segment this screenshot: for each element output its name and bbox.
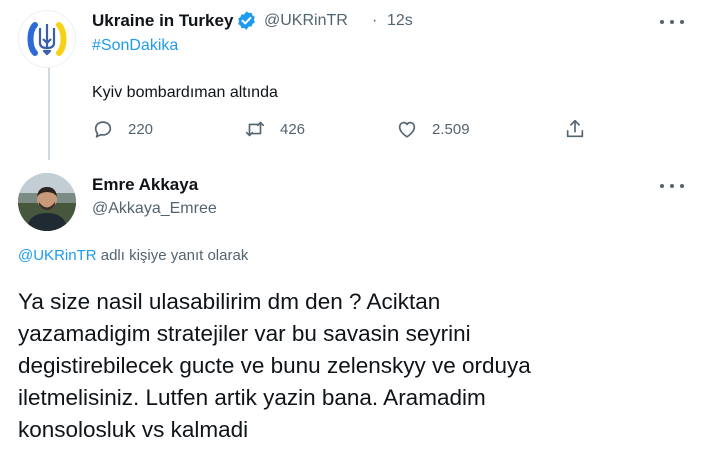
emre-akkaya-avatar[interactable] bbox=[18, 173, 76, 231]
thread-connector-line bbox=[48, 63, 50, 160]
tweet2-handle[interactable]: @Akkaya_Emree bbox=[92, 200, 217, 218]
ukraine-in-turkey-avatar[interactable] bbox=[18, 10, 76, 68]
share-button[interactable] bbox=[564, 118, 600, 140]
verified-badge-icon bbox=[238, 11, 255, 30]
reply-count: 220 bbox=[128, 120, 154, 138]
profile-photo-image bbox=[18, 173, 76, 231]
share-icon bbox=[566, 119, 584, 138]
tweet1-hashtag-link[interactable]: #SonDakika bbox=[92, 37, 178, 55]
tweet1-separator: · bbox=[372, 12, 378, 29]
replying-to-line: @UKRinTR adlı kişiye yanıt olarak bbox=[18, 247, 248, 264]
reply-to-suffix: adlı kişiye yanıt olarak bbox=[96, 247, 249, 264]
tweet1-text: Kyiv bombardıman altında bbox=[92, 84, 278, 101]
retweet-button[interactable]: 426 bbox=[244, 118, 305, 140]
reply-icon bbox=[94, 121, 112, 138]
heart-icon bbox=[398, 121, 416, 138]
reply-mention-link[interactable]: @UKRinTR bbox=[18, 247, 97, 264]
tweet2-text: Ya size nasil ulasabilirim dm den ? Acik… bbox=[18, 289, 531, 442]
tweet1-timestamp[interactable]: 12s bbox=[387, 12, 413, 30]
like-button[interactable]: 2.509 bbox=[396, 118, 470, 140]
tweet1-handle[interactable]: @UKRinTR bbox=[264, 12, 348, 30]
tweet1-more-options-icon[interactable] bbox=[660, 15, 684, 29]
ukraine-trident-icon bbox=[27, 22, 67, 56]
retweet-icon bbox=[245, 121, 265, 137]
tweet1-author-name[interactable]: Ukraine in Turkey bbox=[92, 11, 233, 31]
like-count: 2.509 bbox=[432, 120, 470, 138]
tweet2-author-name[interactable]: Emre Akkaya bbox=[92, 175, 198, 195]
reply-button[interactable]: 220 bbox=[92, 118, 153, 140]
retweet-count: 426 bbox=[280, 120, 306, 138]
tweet2-more-options-icon[interactable] bbox=[660, 179, 684, 193]
